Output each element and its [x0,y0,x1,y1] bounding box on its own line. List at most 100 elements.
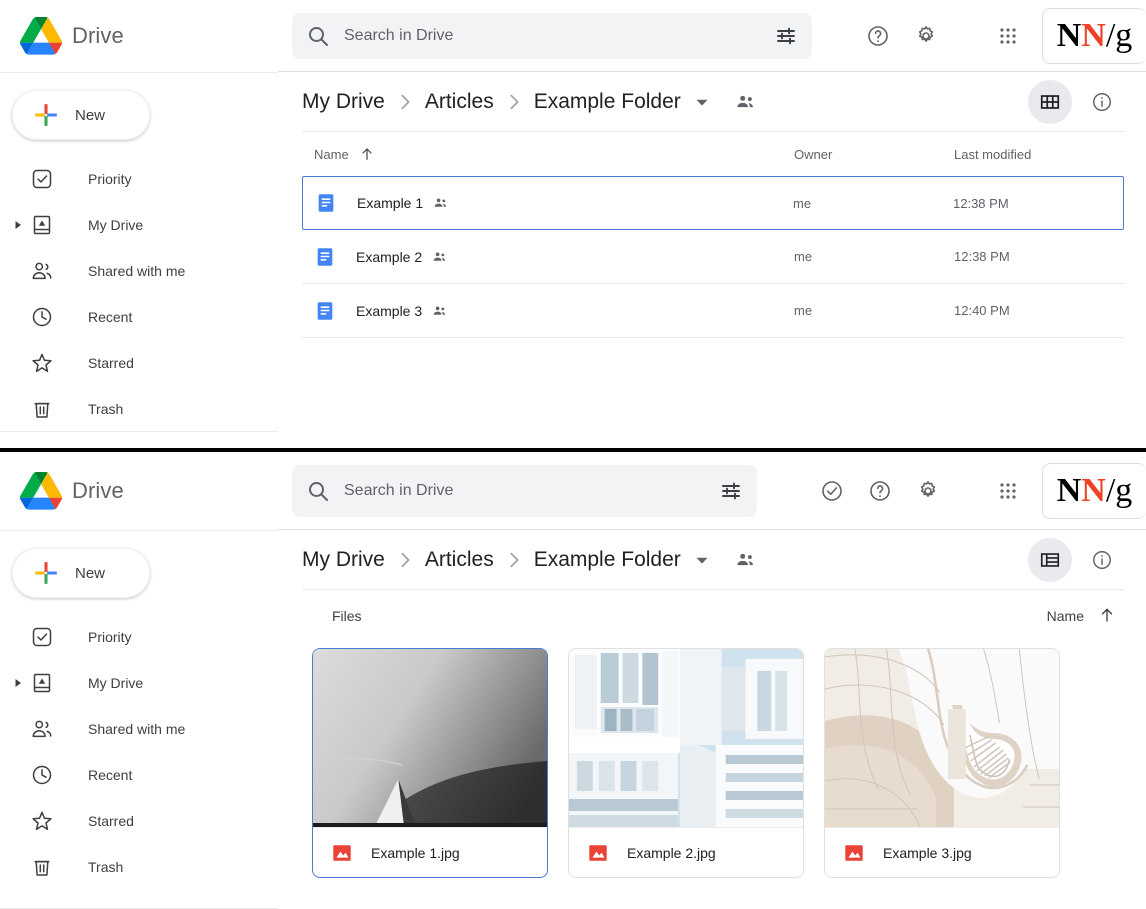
breadcrumb-item-articles[interactable]: Articles [425,548,494,572]
column-header-name[interactable]: Name [314,146,375,162]
search-input[interactable] [344,27,774,45]
avatar-slash: / [1106,17,1115,54]
list-item[interactable]: Example 1.jpg [312,648,548,878]
file-owner: me [794,249,954,264]
caret-down-icon[interactable] [691,91,713,113]
trash-icon [30,397,54,421]
grid-section-header: Files Name [302,590,1124,642]
avatar[interactable]: NN/g [1042,463,1146,519]
sidebar-item-label: Trash [88,859,123,875]
info-circle-icon-button[interactable] [1080,538,1124,582]
avatar-char-2: N [1081,472,1106,509]
chevron-right-icon [503,91,525,113]
chevron-right-icon [394,91,416,113]
app-bar-grid: Drive NN/g [0,452,1146,530]
list-item[interactable]: Example 2.jpg [568,648,804,878]
sidebar-nav-list: Priority My Drive Shared with me [0,156,290,432]
chevron-right-expander-icon[interactable] [12,677,24,689]
gear-icon-button[interactable] [904,467,952,515]
grid-view-panel: Drive NN/g [0,452,1146,909]
avatar[interactable]: NN/g [1042,8,1146,64]
shared-people-icon [30,259,54,283]
new-button[interactable]: New [12,548,150,598]
file-list: Example 1 me 12:38 PM Example 2 [302,176,1124,338]
view-actions-list [1028,80,1124,124]
breadcrumb-item-my-drive[interactable]: My Drive [302,548,385,572]
table-row[interactable]: Example 2 me 12:38 PM [302,230,1124,284]
check-circle-icon-button[interactable] [808,467,856,515]
people-shared-icon[interactable] [735,91,757,113]
search-bar[interactable] [292,13,812,59]
breadcrumb-item-example-folder[interactable]: Example Folder [534,90,681,114]
google-docs-icon [314,300,336,322]
breadcrumb-divider [302,131,1124,132]
column-header-last-modified[interactable]: Last modified [954,147,1124,162]
breadcrumb-divider [302,589,1124,590]
sidebar-item-recent[interactable]: Recent [0,294,290,340]
chevron-right-expander-icon[interactable] [12,219,24,231]
column-header-owner[interactable]: Owner [794,147,954,162]
sort-control[interactable]: Name [1047,606,1116,627]
sidebar-item-shared-with-me[interactable]: Shared with me [0,248,290,294]
app-bar-actions: NN/g [778,463,1146,519]
clock-icon [30,305,54,329]
info-circle-icon-button[interactable] [1080,80,1124,124]
gear-icon-button[interactable] [902,12,950,60]
tune-filter-icon[interactable] [719,479,743,503]
avatar-char-3: g [1115,472,1132,509]
grid-view-icon-button[interactable] [1028,80,1072,124]
breadcrumb-item-articles[interactable]: Articles [425,90,494,114]
column-header-name-label: Name [314,147,349,162]
breadcrumb: My Drive Articles Example Folder [302,530,1124,590]
table-row[interactable]: Example 3 me 12:40 PM [302,284,1124,338]
file-name: Example 3 [356,303,422,319]
brand-area[interactable]: Drive [0,472,290,510]
breadcrumb-item-my-drive[interactable]: My Drive [302,90,385,114]
sidebar-item-my-drive[interactable]: My Drive [0,660,290,706]
sidebar-item-recent[interactable]: Recent [0,752,290,798]
sidebar-item-starred[interactable]: Starred [0,798,290,844]
help-circle-icon-button[interactable] [856,467,904,515]
avatar-label: NN/g [1057,472,1133,510]
file-owner: me [794,303,954,318]
file-thumbnail [313,649,547,827]
sidebar-item-starred[interactable]: Starred [0,340,290,386]
sidebar-item-label: Shared with me [88,263,185,279]
image-file-icon [843,842,865,864]
caret-down-icon[interactable] [691,549,713,571]
star-outline-icon [30,809,54,833]
breadcrumb-item-example-folder[interactable]: Example Folder [534,548,681,572]
arrow-up-icon [359,146,375,162]
chevron-right-icon [503,549,525,571]
new-button[interactable]: New [12,90,150,140]
sidebar-item-trash[interactable]: Trash [0,844,290,890]
search-input[interactable] [344,482,719,500]
sidebar-nav-grid: Priority My Drive Shared with me [0,614,290,890]
sidebar-item-priority[interactable]: Priority [0,614,290,660]
people-shared-icon[interactable] [735,549,757,571]
list-item[interactable]: Example 3.jpg [824,648,1060,878]
content-list: My Drive Articles Example Folder [290,72,1146,432]
file-last-modified: 12:38 PM [953,196,1123,211]
apps-grid-icon-button[interactable] [984,12,1032,60]
new-button-label: New [75,565,105,582]
avatar-char-1: N [1057,472,1082,509]
file-meta: Example 2.jpg [569,827,803,877]
list-view-icon-button[interactable] [1028,538,1072,582]
file-owner: me [793,196,953,211]
sidebar-item-priority[interactable]: Priority [0,156,290,202]
search-bar[interactable] [292,465,757,517]
sidebar-item-my-drive[interactable]: My Drive [0,202,290,248]
sidebar-item-trash[interactable]: Trash [0,386,290,432]
table-row[interactable]: Example 1 me 12:38 PM [302,176,1124,230]
apps-grid-icon-button[interactable] [984,467,1032,515]
search-icon [306,479,330,503]
help-circle-icon-button[interactable] [854,12,902,60]
sidebar-item-shared-with-me[interactable]: Shared with me [0,706,290,752]
star-outline-icon [30,351,54,375]
people-shared-icon [432,249,448,265]
tune-filter-icon[interactable] [774,24,798,48]
brand-area[interactable]: Drive [0,17,290,55]
sidebar-item-label: Priority [88,629,132,645]
sidebar-item-label: Priority [88,171,132,187]
